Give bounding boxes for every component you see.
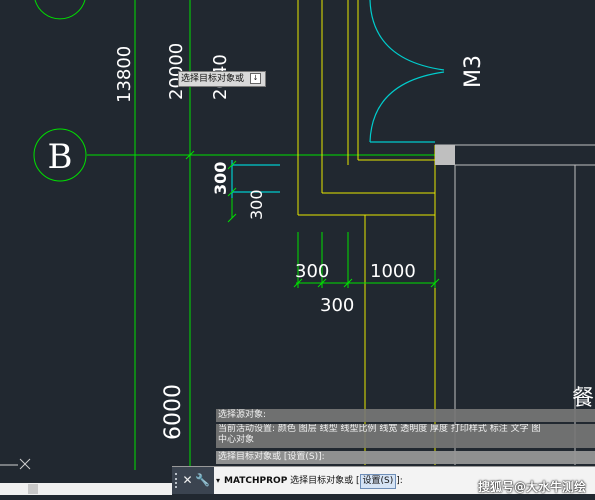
wrench-icon[interactable]: 🔧 (195, 467, 210, 494)
chevron-down-icon[interactable]: ▾ (216, 467, 220, 494)
history-line-2b-text: 中心对象 (218, 435, 255, 445)
dim-1000[interactable]: 1000 (370, 261, 416, 282)
command-drag-handle[interactable] (172, 467, 180, 494)
dim-300-selected[interactable]: 300 (211, 162, 230, 195)
watermark: 搜狐号@大水牛测绘 (478, 480, 587, 494)
wall-lines[interactable] (297, 0, 436, 465)
dim-300-vertical[interactable]: 300 (247, 189, 266, 220)
history-line-2-text: 当前活动设置: 颜色 图层 线型 线型比例 线宽 透明度 厚度 打印样式 标注 … (218, 424, 541, 434)
ucs-icon (0, 458, 31, 470)
door-swing[interactable] (369, 0, 445, 143)
door-label: M3 (461, 55, 486, 88)
tooltip-text: 选择目标对象或 (181, 74, 245, 84)
command-icons: ✕ 🔧 (180, 467, 214, 494)
dim-6000[interactable]: 6000 (161, 384, 186, 440)
column-block[interactable] (435, 145, 455, 165)
cad-viewport[interactable]: B M3 300 300 13800 20000 300 1000 300 60… (0, 0, 595, 500)
history-line-3: 选择目标对象或 [设置(S)]: (216, 451, 595, 464)
dim-300-b[interactable]: 300 (320, 295, 354, 316)
room-label-partial: 餐 (572, 386, 594, 411)
command-prompt: 选择目标对象或 [ (290, 476, 360, 486)
dim-13800[interactable]: 13800 (114, 46, 135, 103)
history-line-2: 当前活动设置: 颜色 图层 线型 线型比例 线宽 透明度 厚度 打印样式 标注 … (216, 424, 595, 448)
horizontal-scrollbar[interactable] (0, 483, 172, 495)
axis-bubble-top (34, 0, 86, 20)
axis-b-label: B (48, 137, 73, 177)
dim-300-a[interactable]: 300 (295, 261, 329, 282)
command-suffix: ]: (396, 476, 403, 486)
settings-option-button[interactable]: 设置(S) (359, 474, 397, 489)
tooltip-arrow-icon[interactable]: ↓ (250, 73, 262, 84)
cursor-tooltip: 选择目标对象或 ↓ (178, 71, 267, 87)
command-name: MATCHPROP (224, 476, 288, 486)
close-icon[interactable]: ✕ (180, 467, 195, 494)
history-line-1: 选择源对象: (216, 409, 595, 422)
